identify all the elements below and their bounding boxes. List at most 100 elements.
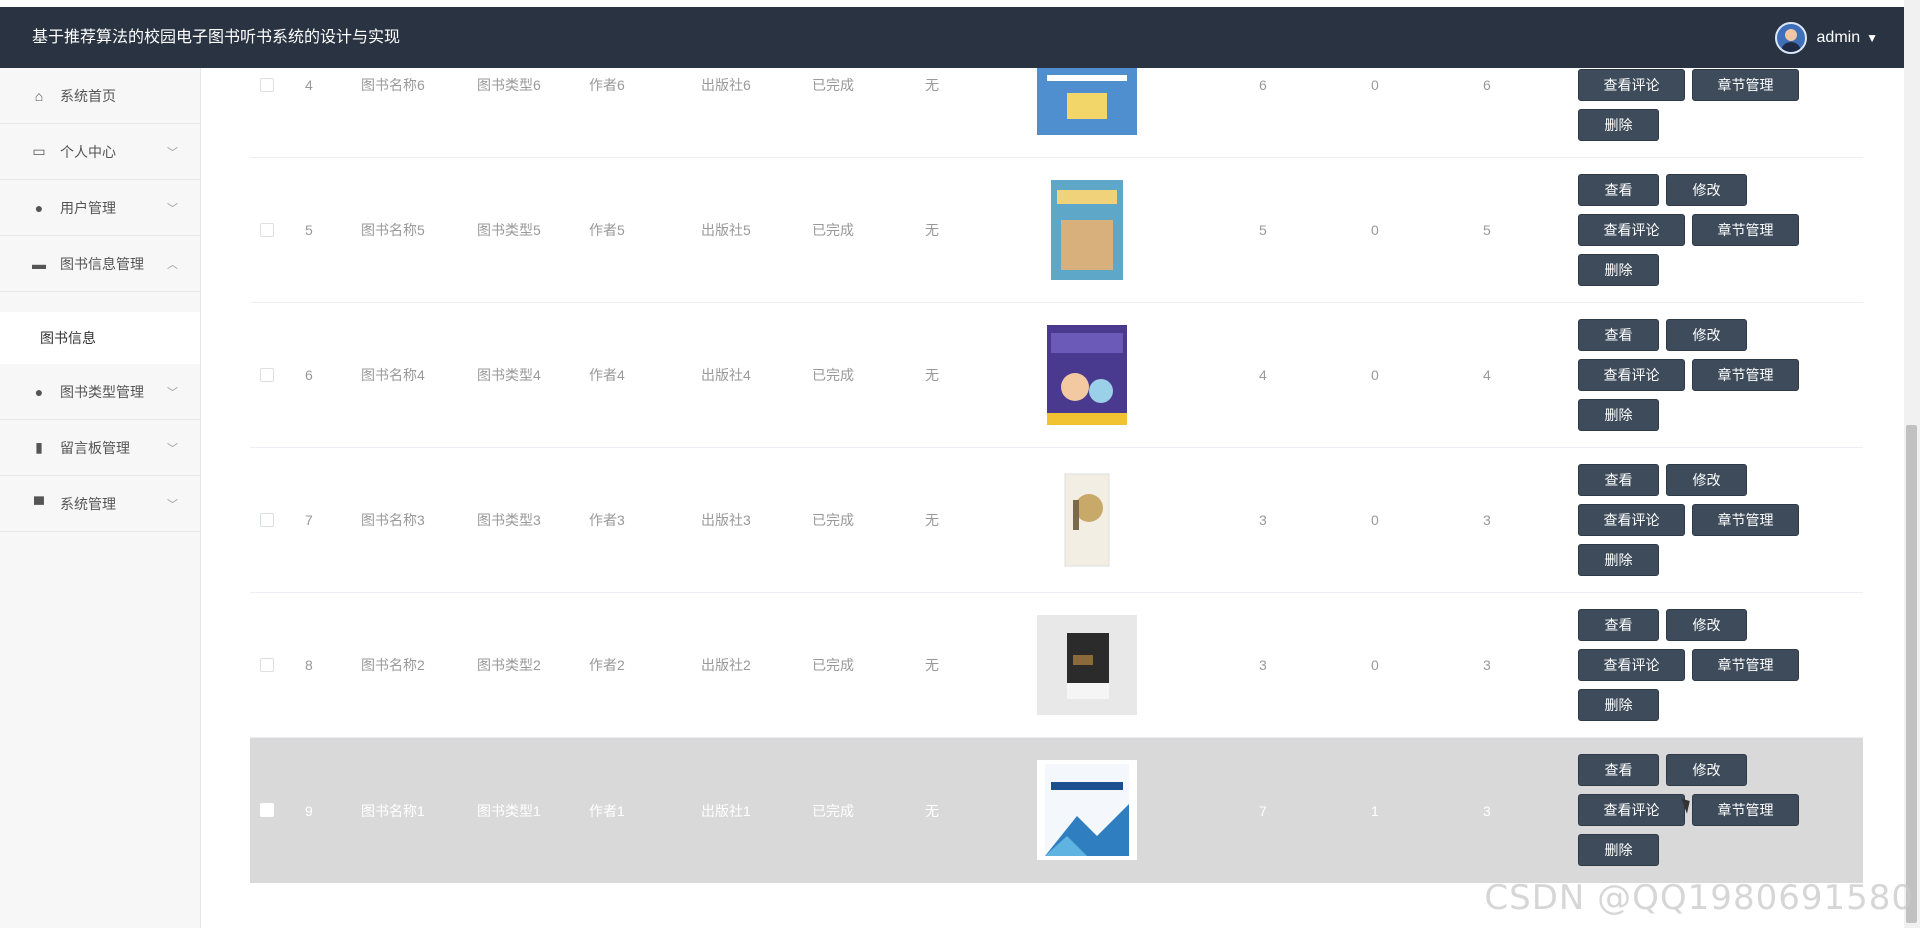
row-checkbox[interactable] bbox=[260, 658, 274, 672]
delete-button[interactable]: 删除 bbox=[1578, 834, 1659, 866]
stamp-icon: ▀ bbox=[34, 495, 44, 512]
edit-button[interactable]: 修改 bbox=[1666, 609, 1747, 641]
edit-button[interactable]: 修改 bbox=[1666, 174, 1747, 206]
view-comments-button[interactable]: 查看评论 bbox=[1578, 214, 1685, 246]
caret-down-icon[interactable]: ▼ bbox=[1866, 31, 1878, 45]
cell-name: 图书名称2 bbox=[361, 657, 425, 673]
chevron-down-icon: ﹀ bbox=[167, 146, 178, 159]
sidebar-item-home[interactable]: ⌂ 系统首页 bbox=[0, 68, 200, 124]
user-menu[interactable]: admin ▼ bbox=[1774, 7, 1878, 68]
card-icon: ▭ bbox=[32, 143, 46, 159]
edit-button[interactable]: 修改 bbox=[1666, 319, 1747, 351]
book-table: 4 图书名称6 图书类型6 作者6 出版社6 已完成 无 6 0 6 查看评论 … bbox=[201, 68, 1904, 928]
cell-index: 5 bbox=[305, 222, 313, 238]
view-comments-button[interactable]: 查看评论 bbox=[1578, 649, 1685, 681]
cell-extra: 无 bbox=[925, 802, 939, 819]
book-cover bbox=[1037, 325, 1137, 425]
avatar[interactable] bbox=[1774, 21, 1807, 54]
edit-button[interactable]: 修改 bbox=[1666, 754, 1747, 786]
chapter-manage-button[interactable]: 章节管理 bbox=[1692, 649, 1799, 681]
sidebar-item-book-info[interactable]: ▬ 图书信息管理 ︿ bbox=[0, 236, 200, 292]
sidebar-subitem-label: 图书信息 bbox=[40, 330, 96, 346]
view-button[interactable]: 查看 bbox=[1578, 754, 1659, 786]
sidebar-item-system[interactable]: ▀ 系统管理 ﹀ bbox=[0, 476, 200, 532]
sidebar-item-label: 图书类型管理 bbox=[60, 383, 144, 400]
cell-count-3: 3 bbox=[1483, 512, 1491, 528]
cell-status: 已完成 bbox=[812, 802, 854, 819]
cell-count-1: 3 bbox=[1259, 657, 1267, 673]
cell-publisher: 出版社2 bbox=[701, 657, 751, 673]
book-cover bbox=[1037, 180, 1137, 280]
cell-count-3: 3 bbox=[1483, 657, 1491, 673]
cell-extra: 无 bbox=[925, 657, 939, 673]
cell-count-2: 0 bbox=[1371, 77, 1379, 93]
cell-extra: 无 bbox=[925, 367, 939, 383]
table-row[interactable]: 6 图书名称4 图书类型4 作者4 出版社4 已完成 无 4 0 4 查看 修改… bbox=[250, 303, 1863, 448]
view-button[interactable]: 查看 bbox=[1578, 464, 1659, 496]
chapter-manage-button[interactable]: 章节管理 bbox=[1692, 69, 1799, 101]
chevron-up-icon: ︿ bbox=[167, 258, 178, 271]
cell-count-3: 6 bbox=[1483, 77, 1491, 93]
sidebar-item-book-types[interactable]: ● 图书类型管理 ﹀ bbox=[0, 364, 200, 420]
row-checkbox[interactable] bbox=[260, 78, 274, 92]
table-row[interactable]: 4 图书名称6 图书类型6 作者6 出版社6 已完成 无 6 0 6 查看评论 … bbox=[250, 68, 1863, 158]
view-button[interactable]: 查看 bbox=[1578, 319, 1659, 351]
sidebar-item-users[interactable]: ● 用户管理 ﹀ bbox=[0, 180, 200, 236]
delete-button[interactable]: 删除 bbox=[1578, 544, 1659, 576]
view-comments-button[interactable]: 查看评论 bbox=[1578, 69, 1685, 101]
view-button[interactable]: 查看 bbox=[1578, 174, 1659, 206]
table-row[interactable]: 8 图书名称2 图书类型2 作者2 出版社2 已完成 无 3 0 3 查看 修改… bbox=[250, 593, 1863, 738]
cell-publisher: 出版社4 bbox=[701, 367, 751, 383]
chapter-manage-button[interactable]: 章节管理 bbox=[1692, 359, 1799, 391]
sidebar-item-label: 个人中心 bbox=[60, 143, 116, 160]
table-row[interactable]: 7 图书名称3 图书类型3 作者3 出版社3 已完成 无 3 0 3 查看 修改… bbox=[250, 448, 1863, 593]
table-row[interactable]: 5 图书名称5 图书类型5 作者5 出版社5 已完成 无 5 0 5 查看 修改… bbox=[250, 158, 1863, 303]
view-comments-button[interactable]: 查看评论 bbox=[1578, 794, 1685, 826]
cell-type: 图书类型2 bbox=[477, 657, 541, 673]
cell-publisher: 出版社6 bbox=[701, 77, 751, 93]
table-row[interactable]: 9 图书名称1 图书类型1 作者1 出版社1 已完成 无 7 1 3 查看 修改… bbox=[250, 738, 1863, 883]
sidebar-item-messages[interactable]: ▮ 留言板管理 ﹀ bbox=[0, 420, 200, 476]
delete-button[interactable]: 删除 bbox=[1578, 399, 1659, 431]
cell-extra: 无 bbox=[925, 77, 939, 93]
delete-button[interactable]: 删除 bbox=[1578, 689, 1659, 721]
cell-author: 作者6 bbox=[589, 77, 625, 93]
username[interactable]: admin bbox=[1817, 29, 1861, 47]
sidebar-item-label: 留言板管理 bbox=[60, 439, 130, 456]
chevron-down-icon: ﹀ bbox=[167, 498, 178, 511]
chapter-manage-button[interactable]: 章节管理 bbox=[1692, 504, 1799, 536]
cell-index: 7 bbox=[305, 512, 313, 528]
cell-author: 作者5 bbox=[589, 222, 625, 238]
cell-count-1: 4 bbox=[1259, 367, 1267, 383]
sidebar-item-label: 图书信息管理 bbox=[60, 255, 144, 272]
cell-publisher: 出版社5 bbox=[701, 222, 751, 238]
row-checkbox[interactable] bbox=[260, 368, 274, 382]
row-checkbox[interactable] bbox=[260, 803, 274, 817]
monitor-icon: ▬ bbox=[32, 255, 46, 272]
sidebar-subitem-book-info[interactable]: 图书信息 bbox=[0, 312, 200, 364]
view-comments-button[interactable]: 查看评论 bbox=[1578, 359, 1685, 391]
row-checkbox[interactable] bbox=[260, 513, 274, 527]
chapter-manage-button[interactable]: 章节管理 bbox=[1692, 214, 1799, 246]
cell-extra: 无 bbox=[925, 222, 939, 238]
app-title: 基于推荐算法的校园电子图书听书系统的设计与实现 bbox=[32, 29, 401, 46]
scrollbar-thumb[interactable] bbox=[1906, 425, 1917, 923]
cell-author: 作者3 bbox=[589, 512, 625, 528]
view-comments-button[interactable]: 查看评论 bbox=[1578, 504, 1685, 536]
cell-count-2: 0 bbox=[1371, 512, 1379, 528]
cell-author: 作者1 bbox=[589, 802, 625, 819]
delete-button[interactable]: 删除 bbox=[1578, 109, 1659, 141]
sidebar-item-profile[interactable]: ▭ 个人中心 ﹀ bbox=[0, 124, 200, 180]
delete-button[interactable]: 删除 bbox=[1578, 254, 1659, 286]
row-checkbox[interactable] bbox=[260, 223, 274, 237]
edit-button[interactable]: 修改 bbox=[1666, 464, 1747, 496]
chevron-down-icon: ﹀ bbox=[167, 202, 178, 215]
cell-status: 已完成 bbox=[812, 657, 854, 673]
sidebar-item-label: 系统首页 bbox=[60, 87, 116, 104]
cell-count-2: 1 bbox=[1371, 802, 1379, 819]
cell-name: 图书名称3 bbox=[361, 512, 425, 528]
bar-chart-icon: ▮ bbox=[35, 439, 43, 455]
cell-count-1: 3 bbox=[1259, 512, 1267, 528]
chapter-manage-button[interactable]: 章节管理 bbox=[1692, 794, 1799, 826]
view-button[interactable]: 查看 bbox=[1578, 609, 1659, 641]
